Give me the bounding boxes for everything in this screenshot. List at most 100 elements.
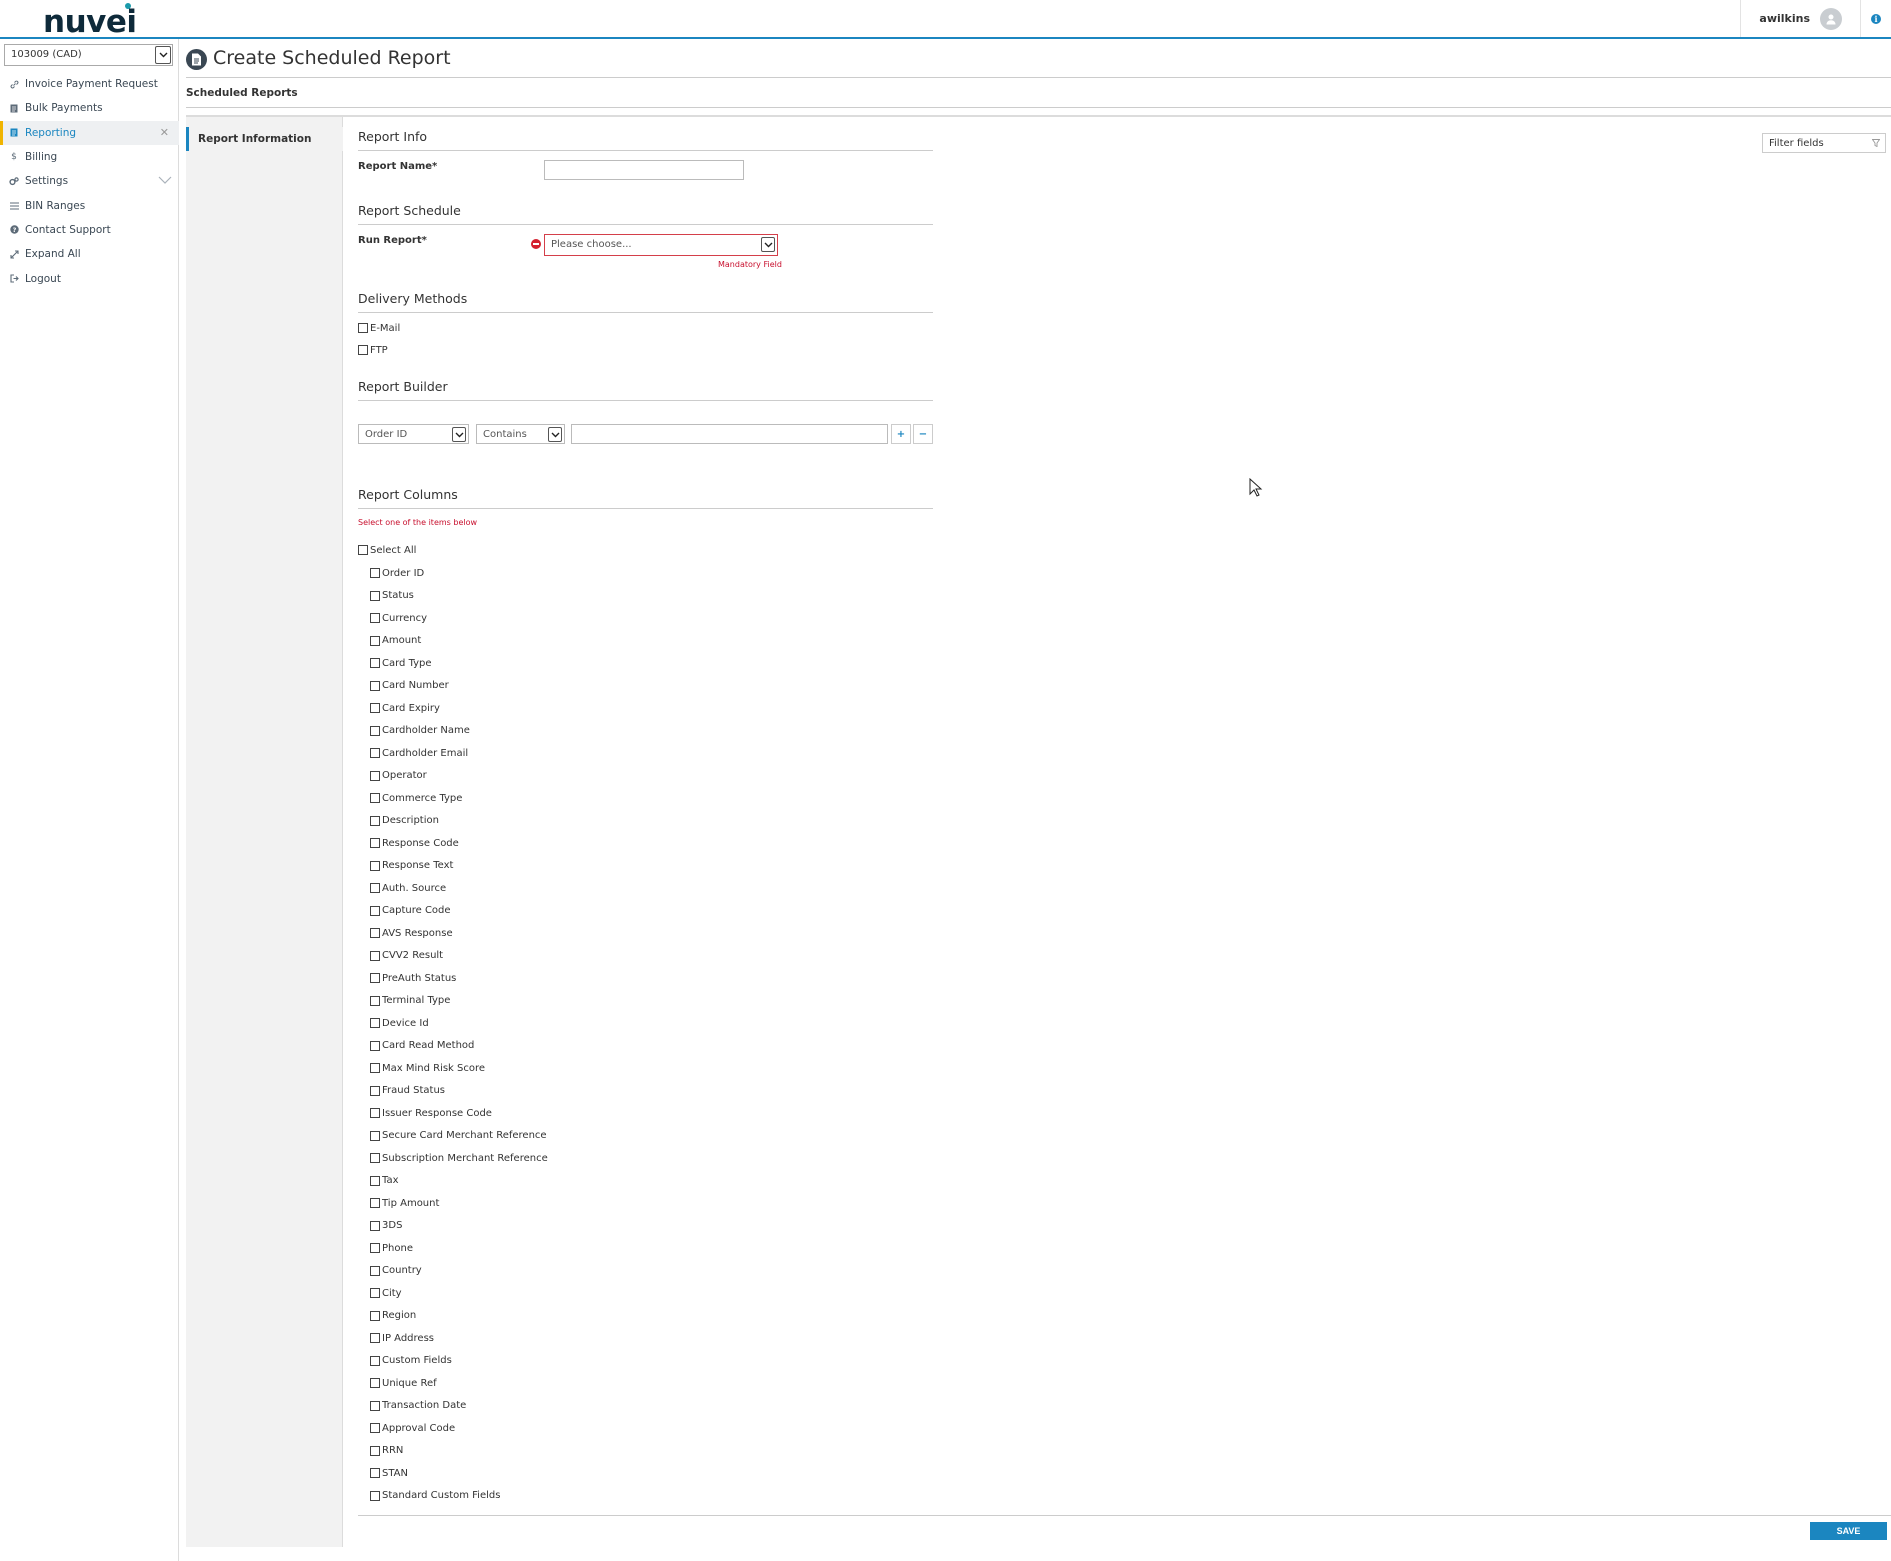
column-checkbox[interactable]	[370, 613, 380, 623]
column-checkbox[interactable]	[370, 1040, 380, 1051]
column-checkbox[interactable]	[370, 838, 380, 848]
column-option[interactable]: Region	[370, 1309, 416, 1323]
builder-operator-select[interactable]: Contains	[476, 424, 565, 444]
column-option[interactable]: Standard Custom Fields	[370, 1489, 500, 1503]
column-option[interactable]: Fraud Status	[370, 1084, 445, 1098]
column-option[interactable]: CVV2 Result	[370, 949, 443, 963]
column-option[interactable]: Max Mind Risk Score	[370, 1061, 485, 1075]
column-option[interactable]: Card Type	[370, 656, 432, 670]
column-option[interactable]: Subscription Merchant Reference	[370, 1151, 548, 1165]
sidebar-item-billing[interactable]: $ Billing	[0, 145, 179, 169]
sidebar-item-expand-all[interactable]: Expand All	[0, 242, 179, 266]
column-option[interactable]: Operator	[370, 769, 427, 783]
column-option[interactable]: Transaction Date	[370, 1399, 466, 1413]
column-option[interactable]: Approval Code	[370, 1421, 455, 1435]
column-checkbox[interactable]	[370, 1220, 380, 1231]
sidebar-item-invoice-payment-request[interactable]: Invoice Payment Request	[0, 72, 179, 96]
column-option[interactable]: Cardholder Name	[370, 724, 470, 738]
select-all-checkbox[interactable]	[358, 545, 368, 555]
email-checkbox[interactable]	[358, 323, 368, 333]
nuvei-logo[interactable]: nuvei	[43, 4, 137, 40]
column-checkbox[interactable]	[370, 1198, 380, 1208]
column-checkbox[interactable]	[370, 1378, 380, 1388]
chevron-down-icon[interactable]	[452, 427, 466, 442]
column-checkbox[interactable]	[370, 1333, 380, 1343]
column-checkbox[interactable]	[370, 1310, 380, 1321]
column-option[interactable]: STAN	[370, 1466, 408, 1480]
column-option[interactable]: Country	[370, 1264, 422, 1278]
column-option[interactable]: City	[370, 1286, 402, 1300]
column-checkbox[interactable]	[370, 1108, 380, 1118]
builder-field-select[interactable]: Order ID	[358, 424, 469, 444]
column-checkbox[interactable]	[370, 1445, 380, 1456]
tab-report-information[interactable]: Report Information	[186, 127, 343, 151]
column-checkbox[interactable]	[370, 1063, 380, 1073]
filter-fields-input[interactable]: Filter fields	[1762, 133, 1886, 153]
sidebar-item-contact-support[interactable]: ? Contact Support	[0, 218, 179, 242]
column-checkbox[interactable]	[370, 950, 380, 961]
info-button[interactable]: i	[1861, 0, 1891, 37]
delivery-ftp-option[interactable]: FTP	[358, 343, 388, 357]
column-option[interactable]: Custom Fields	[370, 1354, 452, 1368]
sidebar-item-settings[interactable]: Settings	[0, 169, 179, 193]
column-option[interactable]: Cardholder Email	[370, 746, 468, 760]
sidebar-item-reporting[interactable]: Reporting ✕	[0, 120, 179, 146]
column-option[interactable]: PreAuth Status	[370, 971, 456, 985]
column-checkbox[interactable]	[370, 1265, 380, 1276]
column-option[interactable]: Card Number	[370, 679, 449, 693]
sidebar-item-logout[interactable]: Logout	[0, 266, 179, 290]
column-option[interactable]: Issuer Response Code	[370, 1106, 492, 1120]
chevron-down-icon[interactable]	[761, 237, 775, 252]
column-option[interactable]: 3DS	[370, 1219, 402, 1233]
breadcrumb[interactable]: Scheduled Reports	[186, 87, 298, 99]
column-checkbox[interactable]	[370, 568, 380, 578]
column-checkbox[interactable]	[370, 703, 380, 713]
column-option[interactable]: Unique Ref	[370, 1376, 437, 1390]
chevron-down-icon[interactable]	[158, 175, 172, 187]
column-checkbox[interactable]	[370, 658, 380, 668]
column-checkbox[interactable]	[370, 748, 380, 758]
report-name-input[interactable]	[544, 160, 744, 180]
user-menu[interactable]: awilkins	[1740, 0, 1861, 37]
column-checkbox[interactable]	[370, 725, 380, 736]
sidebar-item-bulk-payments[interactable]: Bulk Payments	[0, 96, 179, 120]
column-option[interactable]: Response Code	[370, 836, 459, 850]
chevron-down-icon[interactable]	[155, 46, 171, 64]
column-checkbox[interactable]	[370, 905, 380, 916]
column-option[interactable]: Commerce Type	[370, 791, 462, 805]
avatar[interactable]	[1820, 7, 1842, 30]
column-option[interactable]: RRN	[370, 1444, 403, 1458]
column-checkbox[interactable]	[370, 1490, 380, 1501]
close-icon[interactable]: ✕	[160, 126, 169, 139]
column-checkbox[interactable]	[370, 928, 380, 938]
ftp-checkbox[interactable]	[358, 345, 368, 355]
column-option[interactable]: Tax	[370, 1174, 399, 1188]
column-checkbox[interactable]	[370, 1400, 380, 1411]
column-checkbox[interactable]	[370, 815, 380, 826]
column-checkbox[interactable]	[370, 635, 380, 646]
column-option[interactable]: Secure Card Merchant Reference	[370, 1129, 547, 1143]
column-option[interactable]: Terminal Type	[370, 994, 450, 1008]
delivery-email-option[interactable]: E-Mail	[358, 321, 400, 335]
column-checkbox[interactable]	[370, 770, 380, 781]
run-report-select[interactable]: Please choose...	[544, 234, 778, 256]
column-option[interactable]: AVS Response	[370, 926, 453, 940]
builder-value-input[interactable]	[571, 424, 888, 444]
column-checkbox[interactable]	[370, 973, 380, 983]
merchant-select[interactable]: 103009 (CAD)	[4, 44, 173, 66]
column-checkbox[interactable]	[370, 1153, 380, 1163]
column-option[interactable]: Currency	[370, 611, 427, 625]
column-option[interactable]: Response Text	[370, 859, 453, 873]
column-checkbox[interactable]	[370, 1468, 380, 1478]
column-checkbox[interactable]	[370, 1355, 380, 1366]
column-option[interactable]: Card Read Method	[370, 1039, 474, 1053]
column-option[interactable]: Capture Code	[370, 904, 451, 918]
column-checkbox[interactable]	[370, 1243, 380, 1253]
column-checkbox[interactable]	[370, 1130, 380, 1141]
column-option[interactable]: Auth. Source	[370, 881, 446, 895]
remove-condition-button[interactable]: −	[913, 424, 933, 444]
column-option[interactable]: IP Address	[370, 1331, 434, 1345]
column-option[interactable]: Tip Amount	[370, 1196, 439, 1210]
column-checkbox[interactable]	[370, 995, 380, 1006]
column-option[interactable]: Device Id	[370, 1016, 429, 1030]
